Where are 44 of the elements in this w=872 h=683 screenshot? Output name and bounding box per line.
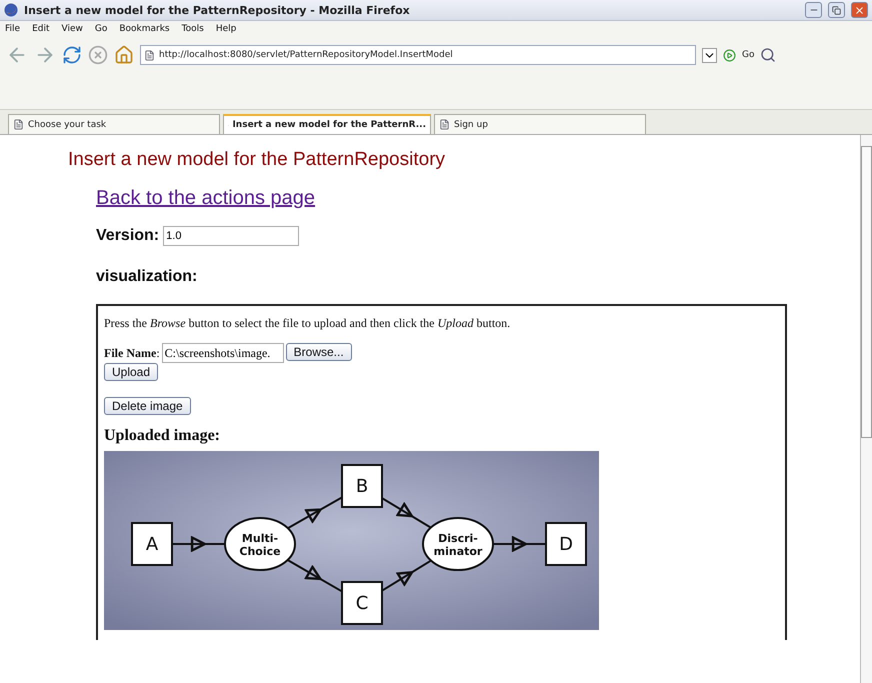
reload-icon[interactable] (62, 45, 82, 65)
diagram-node: Discri- minator (422, 517, 494, 571)
close-button[interactable] (851, 2, 868, 18)
browse-button[interactable]: Browse... (286, 343, 352, 361)
version-label: Version: (96, 227, 160, 245)
menu-item[interactable]: Help (216, 24, 236, 34)
diagram-node: Multi- Choice (224, 517, 296, 571)
menu-item[interactable]: File (5, 24, 20, 34)
restore-icon (832, 6, 841, 14)
delete-image-button[interactable]: Delete image (104, 397, 191, 415)
version-field[interactable]: 1.0 (163, 226, 300, 246)
dropdown-icon[interactable] (702, 48, 717, 62)
scrollbar-thumb[interactable] (861, 146, 872, 438)
close-icon (854, 4, 865, 16)
browser-logo-icon (4, 3, 18, 17)
upload-button[interactable]: Upload (104, 363, 158, 381)
browser-tab[interactable]: Sign up (434, 114, 646, 134)
file-name-label: File Name: (104, 346, 160, 360)
address-field[interactable]: http://localhost:8080/servlet/PatternRepositoryModel.InsertModel (140, 45, 696, 65)
diagram-node: D (545, 522, 587, 566)
go-icon[interactable] (723, 48, 736, 62)
browser-tab[interactable]: Choose your task (8, 114, 220, 134)
instructions-text: Press the Browse button to select the file to upload and then click the Upload button. (104, 316, 512, 331)
uploaded-image-heading: Uploaded image: (104, 427, 221, 445)
stop-icon[interactable] (88, 45, 108, 65)
menu-item[interactable]: Go (94, 24, 108, 34)
restore-button[interactable] (828, 2, 845, 18)
menu-item[interactable]: Bookmarks (119, 24, 170, 34)
diagram-node: B (341, 464, 383, 508)
menu-item[interactable]: Tools (182, 24, 204, 34)
browser-tab[interactable]: Insert a new model for the PatternR... (223, 114, 431, 134)
go-button[interactable]: Go (742, 50, 754, 60)
diagram-node: A (131, 522, 173, 566)
page-heading: Insert a new model for the PatternRepository (68, 149, 446, 171)
menu-item[interactable]: View (62, 24, 83, 34)
visualization-label: visualization: (96, 268, 198, 286)
search-icon[interactable] (760, 47, 776, 63)
window-title: Insert a new model for the PatternRepository - Mozilla Firefox (24, 4, 411, 16)
diagram-node: C (341, 581, 383, 625)
back-link[interactable]: Back to the actions page (96, 187, 860, 210)
menu-item[interactable]: Edit (32, 24, 50, 34)
file-name-field[interactable]: C:\screenshots\image. (162, 343, 284, 363)
minimize-button[interactable] (805, 2, 822, 18)
home-icon[interactable] (114, 45, 134, 65)
